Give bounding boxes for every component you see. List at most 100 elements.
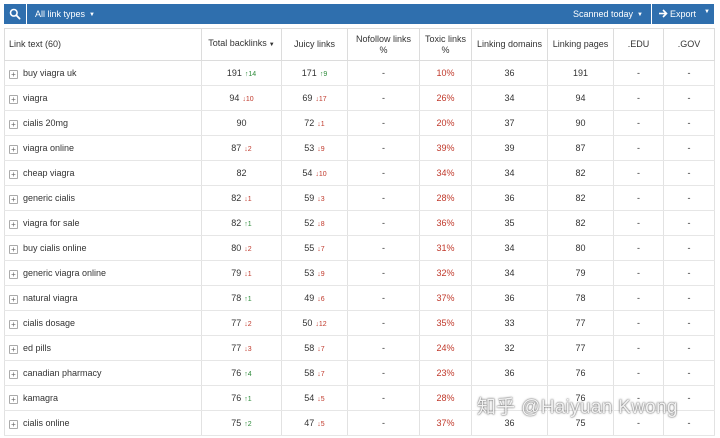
linking-domains-cell: 35 xyxy=(471,210,548,236)
export-button[interactable]: Export ▼ xyxy=(652,4,714,24)
edu-cell: - xyxy=(613,360,664,386)
link-text[interactable]: cheap viagra xyxy=(23,168,75,178)
link-text[interactable]: cialis dosage xyxy=(23,318,75,328)
delta-value: 1 xyxy=(247,271,252,278)
column-header-juicy-links[interactable]: Juicy links xyxy=(281,28,348,61)
expand-icon[interactable]: + xyxy=(9,419,18,429)
linking-pages-cell: 77 xyxy=(547,310,614,336)
table-row: + generic cialis 82 ↓1 59 ↓3-28% 36 82- - xyxy=(4,185,715,211)
link-text-cell: + generic cialis xyxy=(4,185,202,211)
scanned-dropdown[interactable]: Scanned today ▼ xyxy=(573,9,643,19)
expand-icon[interactable]: + xyxy=(9,194,18,204)
toxic-cell: 39% xyxy=(419,135,472,161)
linking-pages-cell: 76 xyxy=(547,360,614,386)
linking-domains-cell: 36 xyxy=(471,185,548,211)
delta-badge: ↑1 xyxy=(244,221,251,228)
delta-value: 12 xyxy=(318,321,327,328)
column-header-linking-pages[interactable]: Linking pages xyxy=(547,28,614,61)
expand-icon[interactable]: + xyxy=(9,94,18,104)
column-header-total-backlinks[interactable]: Total backlinks ▼ xyxy=(201,28,282,61)
expand-icon[interactable]: + xyxy=(9,219,18,229)
linking-domains-cell: 34 xyxy=(471,235,548,261)
gov-cell: - xyxy=(663,335,715,361)
linking-domains-cell: 34 xyxy=(471,85,548,111)
link-text[interactable]: buy viagra uk xyxy=(23,68,77,78)
expand-icon[interactable]: + xyxy=(9,269,18,279)
nofollow-cell: - xyxy=(347,85,420,111)
column-header-toxic[interactable]: Toxic links % xyxy=(419,28,472,61)
link-text[interactable]: ed pills xyxy=(23,343,51,353)
gov-cell: - xyxy=(663,310,715,336)
juicy-links-cell: 58 ↓7 xyxy=(281,335,348,361)
link-text-cell: + cialis online xyxy=(4,410,202,436)
linking-domains-cell: 37 xyxy=(471,110,548,136)
total-backlinks-value: 77 xyxy=(231,318,242,328)
search-button[interactable] xyxy=(4,4,26,24)
expand-icon[interactable]: + xyxy=(9,169,18,179)
table-row: + generic viagra online 79 ↓1 53 ↓9-32% 34 79- - xyxy=(4,260,715,286)
link-text[interactable]: buy cialis online xyxy=(23,243,87,253)
link-text-table: Link text (60) Total backlinks ▼ Juicy li… xyxy=(4,28,715,436)
column-header-link-text[interactable]: Link text (60) xyxy=(4,28,202,61)
link-text[interactable]: cialis online xyxy=(23,418,70,428)
linking-domains-cell: 34 xyxy=(471,160,548,186)
export-label: Export xyxy=(670,9,697,19)
link-text[interactable]: viagra online xyxy=(23,143,74,153)
expand-icon[interactable]: + xyxy=(9,144,18,154)
link-text[interactable]: cialis 20mg xyxy=(23,118,68,128)
total-backlinks-cell: 77 ↓2 xyxy=(201,310,282,336)
total-backlinks-value: 80 xyxy=(231,243,242,253)
delta-badge: ↓2 xyxy=(244,146,251,153)
link-text[interactable]: generic viagra online xyxy=(23,268,106,278)
column-header-gov[interactable]: .GOV xyxy=(663,28,715,61)
link-text[interactable]: generic cialis xyxy=(23,193,75,203)
gov-cell: - xyxy=(663,185,715,211)
delta-badge: ↓7 xyxy=(317,346,324,353)
total-backlinks-value: 79 xyxy=(231,268,242,278)
nofollow-cell: - xyxy=(347,285,420,311)
delta-badge: ↑2 xyxy=(244,421,251,428)
link-text[interactable]: viagra for sale xyxy=(23,218,80,228)
total-backlinks-cell: 76 ↑1 xyxy=(201,385,282,411)
link-text[interactable]: kamagra xyxy=(23,393,58,403)
link-types-dropdown[interactable]: All link types ▼ xyxy=(35,9,95,19)
delta-value: 14 xyxy=(248,71,257,78)
toxic-cell: 23% xyxy=(419,360,472,386)
expand-icon[interactable]: + xyxy=(9,244,18,254)
linking-pages-cell: 90 xyxy=(547,110,614,136)
total-backlinks-value: 87 xyxy=(231,143,242,153)
delta-badge: ↓7 xyxy=(317,371,324,378)
toxic-cell: 36% xyxy=(419,210,472,236)
expand-icon[interactable]: + xyxy=(9,319,18,329)
juicy-links-value: 72 xyxy=(304,118,315,128)
delta-value: 2 xyxy=(247,246,252,253)
nofollow-cell: - xyxy=(347,260,420,286)
linking-domains-cell: 36 xyxy=(471,360,548,386)
juicy-links-cell: 59 ↓3 xyxy=(281,185,348,211)
expand-icon[interactable]: + xyxy=(9,294,18,304)
expand-icon[interactable]: + xyxy=(9,119,18,129)
column-header-linking-domains[interactable]: Linking domains xyxy=(471,28,548,61)
nofollow-cell: - xyxy=(347,310,420,336)
juicy-links-cell: 50 ↓12 xyxy=(281,310,348,336)
column-header-nofollow[interactable]: Nofollow links % xyxy=(347,28,420,61)
link-text-cell: + ed pills xyxy=(4,335,202,361)
total-backlinks-value: 82 xyxy=(236,168,247,178)
expand-icon[interactable]: + xyxy=(9,369,18,379)
delta-badge: ↓17 xyxy=(315,96,326,103)
edu-cell: - xyxy=(613,285,664,311)
link-text[interactable]: natural viagra xyxy=(23,293,78,303)
link-text[interactable]: canadian pharmacy xyxy=(23,368,102,378)
link-text[interactable]: viagra xyxy=(23,93,48,103)
delta-value: 1 xyxy=(247,296,252,303)
expand-icon[interactable]: + xyxy=(9,344,18,354)
total-backlinks-cell: 82 ↓1 xyxy=(201,185,282,211)
linking-pages-cell: 79 xyxy=(547,260,614,286)
toxic-cell: 20% xyxy=(419,110,472,136)
delta-badge: ↓3 xyxy=(244,346,251,353)
link-text-cell: + buy viagra uk xyxy=(4,60,202,86)
expand-icon[interactable]: + xyxy=(9,394,18,404)
nofollow-cell: - xyxy=(347,135,420,161)
expand-icon[interactable]: + xyxy=(9,69,18,79)
column-header-edu[interactable]: .EDU xyxy=(613,28,664,61)
